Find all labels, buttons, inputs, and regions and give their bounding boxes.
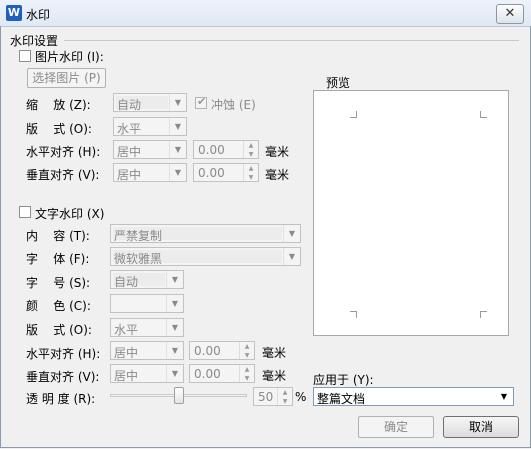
- apply-to-value: 整篇文档: [317, 392, 366, 406]
- text-halign-select[interactable]: 居中 ▼: [110, 341, 184, 360]
- chevron-down-icon: ▼: [166, 319, 183, 336]
- scale-label: 缩 放 (Z):: [26, 98, 91, 112]
- washout-label: 冲蚀 (E): [211, 98, 256, 112]
- page-corner-mark: [350, 311, 357, 318]
- text-valign-label: 垂直对齐 (V):: [26, 370, 100, 384]
- chevron-down-icon: ▼: [283, 225, 300, 242]
- text-halign-offset-value: 0.00: [194, 344, 221, 358]
- chevron-down-icon: ▼: [169, 118, 186, 135]
- spin-up-icon[interactable]: ▲: [244, 164, 258, 173]
- chevron-down-icon: ▼: [169, 141, 186, 158]
- picture-halign-unit: 毫米: [265, 145, 290, 159]
- group-divider: [64, 40, 519, 41]
- spin-down-icon[interactable]: ▼: [240, 374, 254, 383]
- text-halign-label: 水平对齐 (H):: [26, 347, 101, 361]
- text-halign-offset-stepper[interactable]: 0.00 ▲ ▼: [189, 341, 255, 360]
- scale-select[interactable]: 自动 ▼: [113, 93, 187, 112]
- watermark-settings-title: 水印设置: [10, 34, 59, 48]
- chevron-down-icon: ▼: [166, 271, 183, 288]
- spin-down-icon[interactable]: ▼: [240, 351, 254, 360]
- size-label: 字 号 (S):: [26, 276, 91, 290]
- chevron-down-icon: ▼: [169, 164, 186, 181]
- text-valign-unit: 毫米: [262, 369, 287, 383]
- picture-valign-offset-value: 0.00: [198, 166, 225, 180]
- apply-to-label: 应用于 (Y):: [313, 373, 374, 387]
- text-valign-select[interactable]: 居中 ▼: [110, 364, 184, 383]
- select-picture-button[interactable]: 选择图片 (P): [27, 68, 106, 88]
- spin-down-icon[interactable]: ▼: [244, 173, 258, 182]
- chevron-down-icon: ▼: [166, 365, 183, 382]
- picture-valign-label: 垂直对齐 (V):: [26, 168, 100, 182]
- color-select[interactable]: ▼: [110, 294, 184, 313]
- text-valign-value: 居中: [114, 369, 139, 383]
- text-watermark-checkbox[interactable]: [19, 206, 31, 218]
- spin-down-icon[interactable]: ▼: [244, 150, 258, 159]
- transparency-label: 透 明 度 (R):: [26, 392, 96, 406]
- text-valign-offset-value: 0.00: [194, 367, 221, 381]
- spin-up-icon[interactable]: ▲: [278, 388, 292, 397]
- apply-to-select[interactable]: 整篇文档 ▼: [313, 387, 514, 406]
- chevron-down-icon: ▼: [166, 342, 183, 359]
- size-select[interactable]: 自动 ▼: [110, 270, 184, 289]
- ok-button[interactable]: 确定: [358, 416, 434, 438]
- transparency-value: 50: [258, 390, 274, 404]
- content-select-value: 严禁复制: [114, 229, 163, 243]
- cancel-button[interactable]: 取消: [443, 416, 519, 438]
- title-bar: [0, 0, 531, 27]
- transparency-stepper[interactable]: 50 ▲ ▼: [253, 387, 293, 406]
- picture-halign-value: 居中: [117, 145, 142, 159]
- chevron-down-icon: ▼: [283, 248, 300, 265]
- page-corner-mark: [350, 111, 357, 118]
- transparency-slider-handle[interactable]: [174, 387, 184, 404]
- content-select[interactable]: 严禁复制 ▼: [110, 224, 301, 243]
- chevron-down-icon: ▼: [169, 94, 186, 111]
- picture-layout-select[interactable]: 水平 ▼: [113, 117, 187, 136]
- font-label: 字 体 (F):: [26, 252, 90, 266]
- spin-up-icon[interactable]: ▲: [240, 365, 254, 374]
- font-select[interactable]: 微软雅黑 ▼: [110, 247, 301, 266]
- color-label: 颜 色 (C):: [26, 299, 91, 313]
- font-select-value: 微软雅黑: [114, 252, 163, 266]
- text-layout-label: 版 式 (O):: [26, 323, 92, 337]
- picture-valign-offset-stepper[interactable]: 0.00 ▲ ▼: [193, 163, 259, 182]
- picture-valign-value: 居中: [117, 168, 142, 182]
- picture-layout-value: 水平: [117, 122, 142, 136]
- picture-halign-label: 水平对齐 (H):: [26, 145, 101, 159]
- spin-up-icon[interactable]: ▲: [240, 342, 254, 351]
- spin-up-icon[interactable]: ▲: [244, 141, 258, 150]
- size-select-value: 自动: [114, 275, 139, 289]
- text-watermark-label: 文字水印 (X): [35, 207, 105, 221]
- spin-down-icon[interactable]: ▼: [278, 397, 292, 406]
- transparency-unit: %: [295, 390, 307, 404]
- close-icon: ✕: [504, 6, 516, 21]
- wps-app-icon: W: [6, 5, 22, 21]
- content-label: 内 容 (T):: [26, 229, 90, 243]
- text-layout-value: 水平: [114, 323, 139, 337]
- text-halign-value: 居中: [114, 346, 139, 360]
- picture-halign-offset-value: 0.00: [198, 143, 225, 157]
- picture-watermark-label: 图片水印 (I):: [35, 50, 104, 64]
- picture-valign-unit: 毫米: [265, 168, 290, 182]
- scale-select-value: 自动: [117, 98, 142, 112]
- page-corner-mark: [480, 311, 487, 318]
- text-halign-unit: 毫米: [262, 346, 287, 360]
- page-corner-mark: [480, 111, 487, 118]
- preview-page: [313, 90, 509, 336]
- picture-halign-offset-stepper[interactable]: 0.00 ▲ ▼: [193, 140, 259, 159]
- washout-checkbox[interactable]: [195, 95, 207, 109]
- text-valign-offset-stepper[interactable]: 0.00 ▲ ▼: [189, 364, 255, 383]
- picture-halign-select[interactable]: 居中 ▼: [113, 140, 187, 159]
- picture-valign-select[interactable]: 居中 ▼: [113, 163, 187, 182]
- window-title: 水印: [26, 8, 51, 22]
- picture-layout-label: 版 式 (O):: [26, 122, 92, 136]
- close-button[interactable]: ✕: [496, 4, 524, 24]
- text-layout-select[interactable]: 水平 ▼: [110, 318, 184, 337]
- chevron-down-icon: ▼: [500, 392, 508, 401]
- preview-label: 预览: [326, 76, 351, 90]
- picture-watermark-checkbox[interactable]: [19, 50, 31, 62]
- chevron-down-icon: ▼: [166, 295, 183, 312]
